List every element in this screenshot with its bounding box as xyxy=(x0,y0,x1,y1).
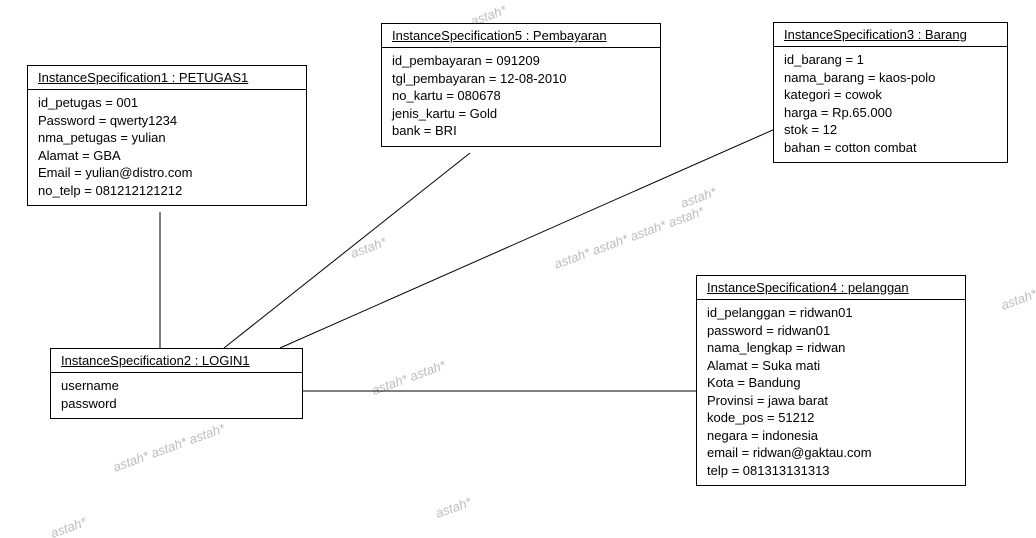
object-body: id_petugas = 001 Password = qwerty1234 n… xyxy=(28,90,306,205)
slot: email = ridwan@gaktau.com xyxy=(707,444,955,462)
object-body: username password xyxy=(51,373,302,418)
slot: Password = qwerty1234 xyxy=(38,112,296,130)
slot: kode_pos = 51212 xyxy=(707,409,955,427)
diagram-canvas: { "watermark": "astah*", "boxes": { "pet… xyxy=(0,0,1036,538)
slot: password xyxy=(61,395,292,413)
slot: nama_barang = kaos-polo xyxy=(784,69,997,87)
slot: nma_petugas = yulian xyxy=(38,129,296,147)
slot: Kota = Bandung xyxy=(707,374,955,392)
slot: negara = indonesia xyxy=(707,427,955,445)
watermark: astah* xyxy=(679,184,719,211)
watermark: astah* astah* astah* astah* xyxy=(552,203,706,271)
slot: no_kartu = 080678 xyxy=(392,87,650,105)
object-login: InstanceSpecification2 : LOGIN1 username… xyxy=(50,348,303,419)
slot: id_pembayaran = 091209 xyxy=(392,52,650,70)
slot: nama_lengkap = ridwan xyxy=(707,339,955,357)
slot: Alamat = GBA xyxy=(38,147,296,165)
object-title: InstanceSpecification5 : Pembayaran xyxy=(382,24,660,48)
slot: password = ridwan01 xyxy=(707,322,955,340)
slot: Alamat = Suka mati xyxy=(707,357,955,375)
slot: id_barang = 1 xyxy=(784,51,997,69)
slot: Email = yulian@distro.com xyxy=(38,164,296,182)
slot: bank = BRI xyxy=(392,122,650,140)
watermark: astah* astah* astah* xyxy=(111,420,227,474)
object-title: InstanceSpecification1 : PETUGAS1 xyxy=(28,66,306,90)
watermark: astah* xyxy=(434,494,474,521)
object-pembayaran: InstanceSpecification5 : Pembayaran id_p… xyxy=(381,23,661,147)
slot: jenis_kartu = Gold xyxy=(392,105,650,123)
slot: harga = Rp.65.000 xyxy=(784,104,997,122)
slot: stok = 12 xyxy=(784,121,997,139)
slot: kategori = cowok xyxy=(784,86,997,104)
slot: id_pelanggan = ridwan01 xyxy=(707,304,955,322)
slot: tgl_pembayaran = 12-08-2010 xyxy=(392,70,650,88)
slot: Provinsi = jawa barat xyxy=(707,392,955,410)
slot: bahan = cotton combat xyxy=(784,139,997,157)
slot: no_telp = 081212121212 xyxy=(38,182,296,200)
watermark: astah* xyxy=(349,234,389,261)
object-pelanggan: InstanceSpecification4 : pelanggan id_pe… xyxy=(696,275,966,486)
object-title: InstanceSpecification2 : LOGIN1 xyxy=(51,349,302,373)
object-barang: InstanceSpecification3 : Barang id_baran… xyxy=(773,22,1008,163)
object-title: InstanceSpecification3 : Barang xyxy=(774,23,1007,47)
object-body: id_barang = 1 nama_barang = kaos-polo ka… xyxy=(774,47,1007,162)
slot: id_petugas = 001 xyxy=(38,94,296,112)
object-body: id_pembayaran = 091209 tgl_pembayaran = … xyxy=(382,48,660,146)
watermark: astah* xyxy=(49,514,89,538)
slot: telp = 081313131313 xyxy=(707,462,955,480)
watermark: astah* astah* xyxy=(370,357,448,398)
watermark: astah* a xyxy=(999,282,1036,312)
object-body: id_pelanggan = ridwan01 password = ridwa… xyxy=(697,300,965,485)
object-petugas: InstanceSpecification1 : PETUGAS1 id_pet… xyxy=(27,65,307,206)
object-title: InstanceSpecification4 : pelanggan xyxy=(697,276,965,300)
slot: username xyxy=(61,377,292,395)
